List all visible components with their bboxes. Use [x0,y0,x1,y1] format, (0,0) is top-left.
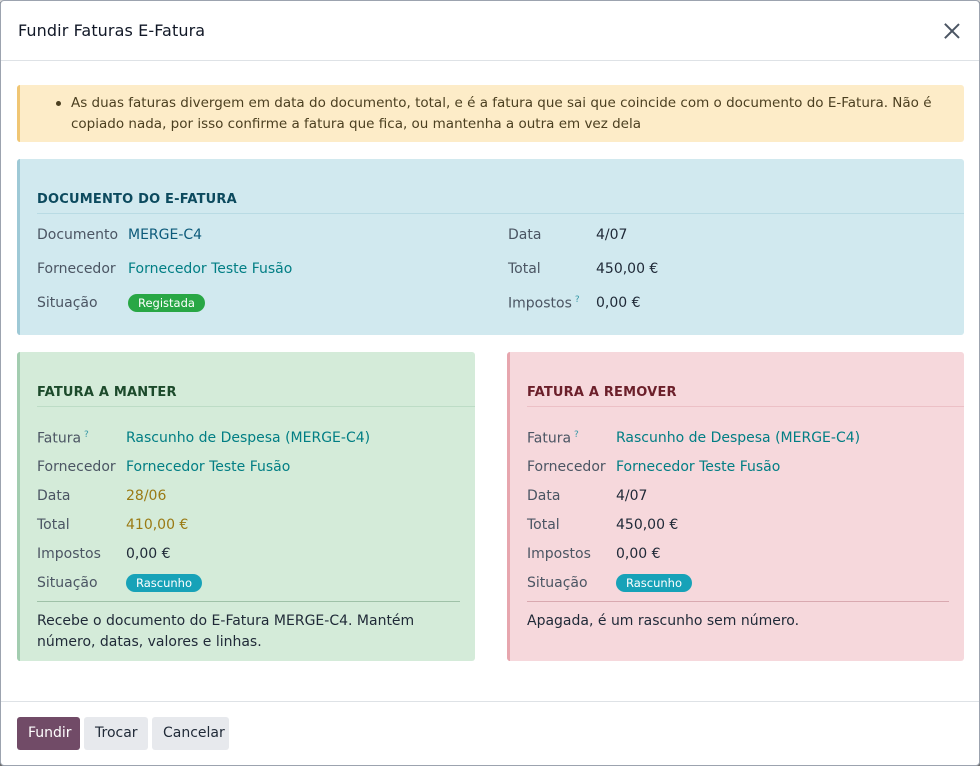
remove-invoice-card: FATURA A REMOVER Fatura? Rascunho de Des… [507,352,964,661]
cancelar-button[interactable]: Cancelar [152,717,229,750]
fornecedor-link[interactable]: Fornecedor Teste Fusão [126,459,290,475]
total-label: Total [37,517,70,533]
dialog-title: Fundir Faturas E-Fatura [18,21,206,40]
keep-heading: FATURA A MANTER [37,385,177,400]
merge-dialog: Fundir Faturas E-Fatura As duas faturas … [0,0,980,766]
status-badge: Registada [128,294,205,312]
total-label: Total [508,261,541,277]
dialog-footer: Fundir Trocar Cancelar [1,701,979,765]
help-icon[interactable]: ? [574,430,579,440]
fornecedor-label: Fornecedor [37,261,116,277]
keep-note: Recebe o documento do E-Fatura MERGE-C4.… [37,613,415,650]
heading-divider [527,406,964,407]
dialog-header: Fundir Faturas E-Fatura [1,1,979,61]
documento-label: Documento [37,227,119,243]
impostos-label: Impostos [527,546,591,562]
fatura-label-text: Fatura [527,430,572,447]
impostos-label-text: Impostos [508,295,572,312]
efatura-document-card: DOCUMENTO DO E-FATURA Documento MERGE-C4… [17,159,964,335]
fornecedor-label: Fornecedor [37,459,116,475]
situacao-label: Situação [527,575,588,591]
impostos-value: 0,00 € [616,546,661,562]
situacao-label: Situação [37,295,98,311]
fatura-label-text: Fatura [37,430,82,447]
situacao-value: Registada [128,294,205,312]
fatura-link[interactable]: Rascunho de Despesa (MERGE-C4) [616,430,860,446]
trocar-button[interactable]: Trocar [84,717,148,750]
warning-alert: As duas faturas divergem em data do docu… [17,85,964,142]
remove-heading: FATURA A REMOVER [527,385,677,400]
impostos-label: Impostos? [508,295,580,312]
documento-value[interactable]: MERGE-C4 [128,227,202,243]
data-label: Data [527,488,561,504]
warning-text: As duas faturas divergem em data do docu… [71,95,932,132]
fatura-label: Fatura? [527,430,579,447]
bullet-icon [56,101,61,106]
heading-divider [37,213,964,214]
data-value: 4/07 [616,488,648,504]
total-value: 450,00 € [596,261,659,277]
situacao-value: Rascunho [616,574,693,592]
efatura-heading: DOCUMENTO DO E-FATURA [37,192,237,207]
total-label: Total [527,517,560,533]
status-badge: Rascunho [126,574,203,592]
help-icon[interactable]: ? [575,295,580,305]
note-divider [527,601,949,602]
data-value: 28/06 [126,488,167,504]
note-divider [37,601,460,602]
status-badge: Rascunho [616,574,693,592]
remove-note: Apagada, é um rascunho sem número. [527,613,800,629]
total-value: 410,00 € [126,517,189,533]
fornecedor-link[interactable]: Fornecedor Teste Fusão [616,459,780,475]
fornecedor-link[interactable]: Fornecedor Teste Fusão [128,261,292,277]
total-value: 450,00 € [616,517,679,533]
fatura-link[interactable]: Rascunho de Despesa (MERGE-C4) [126,430,370,446]
keep-invoice-card: FATURA A MANTER Fatura? Rascunho de Desp… [17,352,475,661]
help-icon[interactable]: ? [84,430,89,440]
situacao-value: Rascunho [126,574,203,592]
data-label: Data [37,488,71,504]
heading-divider [37,406,475,407]
situacao-label: Situação [37,575,98,591]
data-value: 4/07 [596,227,628,243]
data-label: Data [508,227,542,243]
impostos-value: 0,00 € [126,546,171,562]
fornecedor-label: Fornecedor [527,459,606,475]
impostos-label: Impostos [37,546,101,562]
impostos-value: 0,00 € [596,295,641,311]
fundir-button[interactable]: Fundir [17,717,80,750]
close-icon[interactable] [941,20,963,42]
fatura-label: Fatura? [37,430,89,447]
